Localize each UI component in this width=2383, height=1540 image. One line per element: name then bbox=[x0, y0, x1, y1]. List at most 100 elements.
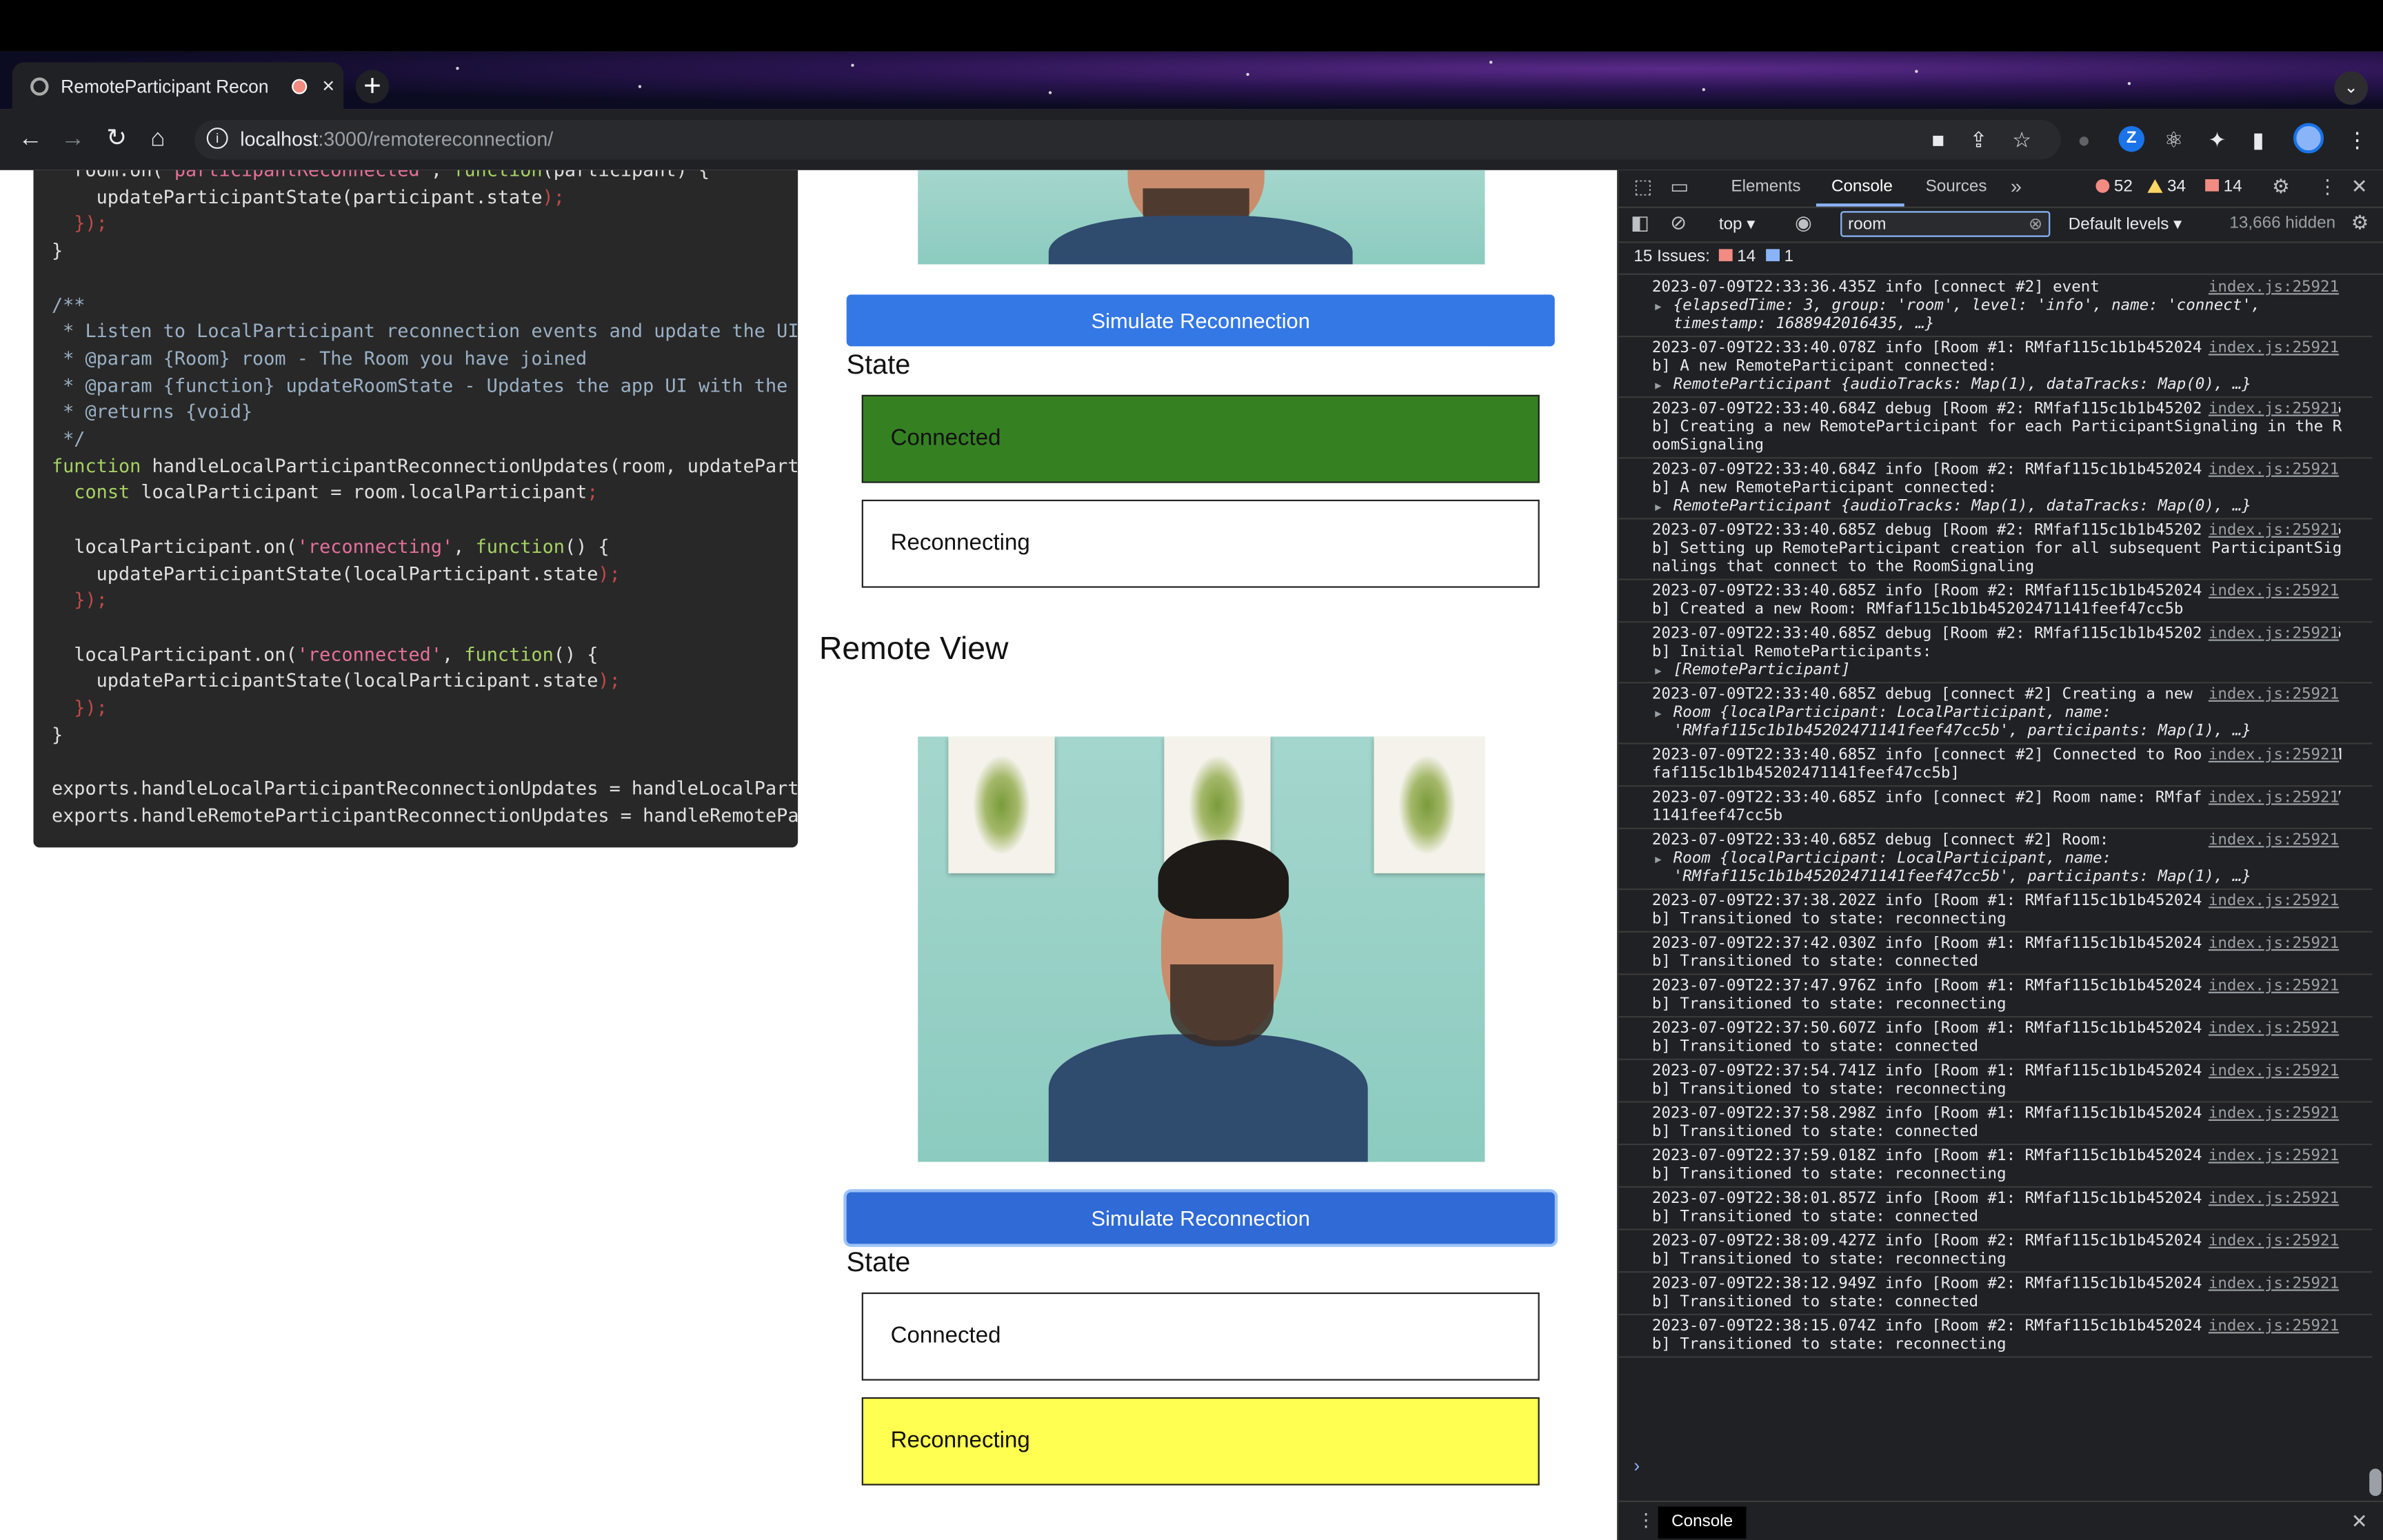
source-link[interactable]: index.js:25921 bbox=[2202, 279, 2340, 298]
tab-elements[interactable]: Elements bbox=[1731, 178, 1800, 196]
tab-title: RemoteParticipant Reconn bbox=[61, 76, 268, 98]
chevron-down-icon[interactable]: ⌄ bbox=[2334, 71, 2368, 105]
close-devtools-icon[interactable]: ✕ bbox=[2351, 175, 2368, 198]
console-entry: 2023-07-09T22:33:40.685Z info [connect #… bbox=[1618, 787, 2373, 829]
source-link[interactable]: index.js:25921 bbox=[2202, 893, 2340, 911]
remote-view-heading: Remote View bbox=[819, 631, 1009, 667]
tab-sources[interactable]: Sources bbox=[1926, 178, 1987, 196]
console-settings-icon[interactable]: ⚙ bbox=[2351, 212, 2369, 234]
issues-error-count: 14 bbox=[1718, 247, 1756, 266]
zoom-extension-icon[interactable]: Z bbox=[2118, 125, 2144, 152]
new-tab-button[interactable]: + bbox=[355, 70, 390, 103]
context-value: top bbox=[1718, 215, 1742, 234]
source-link[interactable]: index.js:25921 bbox=[2202, 935, 2340, 954]
source-link[interactable]: index.js:25921 bbox=[2202, 747, 2340, 766]
source-link[interactable]: index.js:25921 bbox=[2202, 401, 2340, 420]
extension-circle-icon[interactable]: ● bbox=[2078, 126, 2091, 154]
source-link[interactable]: index.js:25921 bbox=[2202, 1275, 2340, 1295]
source-link[interactable]: index.js:25921 bbox=[2202, 1191, 2340, 1209]
tab-console[interactable]: Console bbox=[1831, 178, 1893, 196]
back-icon[interactable]: ← bbox=[18, 125, 42, 155]
simulate-reconnection-button-remote[interactable]: Simulate Reconnection bbox=[846, 1192, 1555, 1244]
tab-remote-participant[interactable]: RemoteParticipant Reconn × bbox=[12, 62, 344, 111]
local-state-heading: State bbox=[846, 349, 911, 380]
source-link[interactable]: index.js:25921 bbox=[2202, 1105, 2340, 1124]
menu-kebab-icon[interactable]: ⋮ bbox=[2346, 126, 2368, 154]
globe-icon bbox=[30, 77, 49, 96]
code-block: room.on('participantReconnected', functi… bbox=[51, 170, 798, 827]
source-link[interactable]: index.js:25921 bbox=[2202, 583, 2340, 602]
console-object-preview[interactable]: RemoteParticipant {audioTracks: Map(1), … bbox=[1652, 498, 2345, 516]
log-levels-dropdown[interactable]: Default levels ▾ bbox=[2069, 214, 2182, 234]
console-entry: 2023-07-09T22:38:15.074Z info [Room #2: … bbox=[1618, 1315, 2373, 1358]
issues-count: 14 bbox=[2223, 177, 2242, 196]
info-icon[interactable]: i bbox=[206, 128, 228, 149]
source-link[interactable]: index.js:25921 bbox=[2202, 625, 2340, 645]
source-link[interactable]: index.js:25921 bbox=[2202, 1020, 2340, 1039]
source-link[interactable]: index.js:25921 bbox=[2202, 1318, 2340, 1337]
drawer-tab-console[interactable]: Console bbox=[1658, 1506, 1747, 1539]
local-connected-state: Connected bbox=[861, 394, 1540, 483]
source-link[interactable]: index.js:25921 bbox=[2202, 686, 2340, 705]
remote-reconnecting-state: Reconnecting bbox=[861, 1397, 1540, 1486]
address-bar[interactable]: i localhost:3000/remotereconnection/ bbox=[194, 120, 2061, 160]
forward-icon[interactable]: → bbox=[61, 125, 85, 155]
console-object-preview[interactable]: Room {localParticipant: LocalParticipant… bbox=[1652, 705, 2345, 741]
console-entry: 2023-07-09T22:37:58.298Z info [Room #1: … bbox=[1618, 1103, 2373, 1146]
devtools-panel: ⬚ ▭ Elements Console Sources » 52 34 14 … bbox=[1617, 170, 2383, 1540]
levels-value: Default levels bbox=[2068, 215, 2169, 234]
warning-count: 34 bbox=[2167, 177, 2186, 196]
error-count: 52 bbox=[2113, 177, 2133, 196]
extensions-puzzle-icon[interactable]: ✦ bbox=[2209, 126, 2226, 154]
share-icon[interactable]: ⇪ bbox=[1970, 126, 1988, 154]
clear-filter-icon[interactable]: ⊗ bbox=[2029, 214, 2042, 234]
live-expression-eye-icon[interactable]: ◉ bbox=[1795, 212, 1812, 234]
close-drawer-icon[interactable]: ✕ bbox=[2351, 1510, 2368, 1534]
active-tab-indicator bbox=[1816, 203, 1904, 207]
profile-avatar[interactable] bbox=[2293, 123, 2324, 154]
console-entry: 2023-07-09T22:33:40.685Z info [Room #2: … bbox=[1618, 580, 2373, 623]
sidebar-toggle-icon[interactable]: ◧ bbox=[1631, 212, 1649, 234]
source-link[interactable]: index.js:25921 bbox=[2202, 1063, 2340, 1082]
source-link[interactable]: index.js:25921 bbox=[2202, 977, 2340, 997]
console-object-preview[interactable]: RemoteParticipant {audioTracks: Map(1), … bbox=[1652, 376, 2345, 394]
camera-icon[interactable]: ■ bbox=[1931, 126, 1944, 154]
console-filter-input[interactable]: room ⊗ bbox=[1840, 211, 2051, 237]
source-link[interactable]: index.js:25921 bbox=[2202, 832, 2340, 851]
context-selector[interactable]: top ▾ bbox=[1719, 214, 1756, 234]
console-object-preview[interactable]: [RemoteParticipant] bbox=[1652, 662, 2345, 680]
clear-console-icon[interactable]: ⊘ bbox=[1670, 212, 1687, 234]
issues-count-badge[interactable]: 14 bbox=[2205, 178, 2242, 196]
console-entry: 2023-07-09T22:33:40.684Z debug [Room #2:… bbox=[1618, 398, 2373, 459]
console-object-preview[interactable]: Room {localParticipant: LocalParticipant… bbox=[1652, 851, 2345, 887]
more-tabs-icon[interactable]: » bbox=[2011, 175, 2022, 198]
home-icon[interactable]: ⌂ bbox=[150, 125, 165, 155]
settings-gear-icon[interactable]: ⚙ bbox=[2272, 175, 2290, 198]
device-toolbar-icon[interactable]: ▭ bbox=[1670, 175, 1689, 198]
source-link[interactable]: index.js:25921 bbox=[2202, 789, 2340, 809]
error-count-badge[interactable]: 52 bbox=[2095, 177, 2133, 196]
inspect-element-icon[interactable]: ⬚ bbox=[1633, 175, 1652, 198]
console-prompt[interactable]: › bbox=[1633, 1455, 1640, 1477]
bookmark-star-icon[interactable]: ☆ bbox=[2012, 126, 2031, 154]
code-snippet-panel: room.on('participantReconnected', functi… bbox=[33, 170, 798, 848]
simulate-reconnection-button-local[interactable]: Simulate Reconnection bbox=[846, 294, 1555, 347]
source-link[interactable]: index.js:25921 bbox=[2202, 340, 2340, 358]
console-toolbar: ◧ ⊘ top ▾ ◉ room ⊗ Default levels ▾ 13,6… bbox=[1618, 208, 2383, 243]
source-link[interactable]: index.js:25921 bbox=[2202, 461, 2340, 480]
tab-close-icon[interactable]: × bbox=[322, 73, 334, 97]
console-object-preview[interactable]: {elapsedTime: 3, group: 'room', level: '… bbox=[1652, 298, 2345, 334]
devtools-menu-icon[interactable]: ⋮ bbox=[2317, 175, 2337, 198]
drawer-menu-icon[interactable]: ⋮ bbox=[1637, 1510, 1655, 1531]
react-devtools-icon[interactable]: ⚛ bbox=[2164, 126, 2184, 154]
source-link[interactable]: index.js:25921 bbox=[2202, 1148, 2340, 1167]
reload-icon[interactable]: ↻ bbox=[106, 125, 127, 155]
warning-count-badge[interactable]: 34 bbox=[2147, 178, 2186, 196]
side-panel-icon[interactable]: ▮ bbox=[2252, 126, 2264, 154]
hidden-count: 13,666 hidden bbox=[2229, 214, 2336, 233]
console-entry: 2023-07-09T22:33:40.685Z debug [Room #2:… bbox=[1618, 622, 2373, 684]
source-link[interactable]: index.js:25921 bbox=[2202, 1233, 2340, 1252]
issues-bar[interactable]: 15 Issues: 14 1 bbox=[1618, 243, 2383, 275]
source-link[interactable]: index.js:25921 bbox=[2202, 522, 2340, 541]
console-scrollbar[interactable] bbox=[2369, 1468, 2382, 1497]
